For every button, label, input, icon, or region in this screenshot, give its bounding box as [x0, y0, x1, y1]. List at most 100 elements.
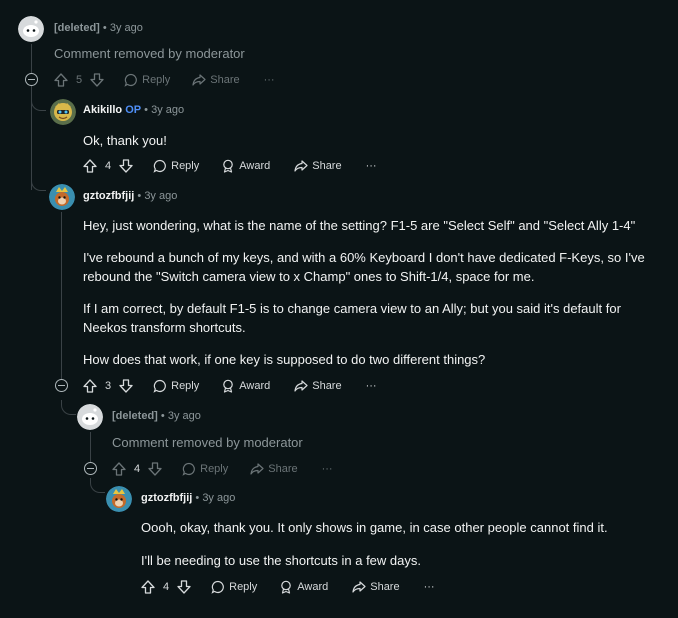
comment-meta: [deleted] • 3y ago [112, 410, 201, 422]
reply-button[interactable]: Reply [124, 73, 170, 87]
comment-paragraph: Oooh, okay, thank you. It only shows in … [141, 520, 608, 535]
avatar[interactable] [18, 16, 44, 42]
share-button[interactable]: Share [294, 159, 342, 173]
comment-time[interactable]: 3y ago [202, 492, 235, 504]
comment-paragraph: How does that work, if one key is suppos… [83, 352, 486, 367]
thread-elbow [61, 400, 76, 415]
upvote-icon [141, 580, 155, 594]
reply-button[interactable]: Reply [211, 580, 257, 594]
downvote-button[interactable] [119, 379, 133, 393]
upvote-button[interactable] [83, 159, 97, 173]
downvote-button[interactable] [148, 462, 162, 476]
more-options-button[interactable]: ··· [366, 160, 377, 172]
collapse-thread-button[interactable] [25, 73, 38, 86]
comment-meta: gztozfbfjij • 3y ago [141, 492, 235, 504]
upvote-button[interactable] [83, 379, 97, 393]
more-options-button[interactable]: ··· [366, 380, 377, 392]
share-label: Share [210, 74, 240, 86]
separator-dot: • [102, 22, 107, 34]
award-label: Award [239, 160, 271, 172]
avatar[interactable] [50, 99, 76, 125]
upvote-button[interactable] [54, 73, 68, 87]
reply-icon [182, 462, 195, 476]
comment-paragraph: I've rebound a bunch of my keys, and wit… [83, 250, 645, 284]
comment-time[interactable]: 3y ago [168, 410, 201, 422]
downvote-icon [148, 462, 162, 476]
award-icon [223, 159, 234, 173]
upvote-icon [83, 379, 97, 393]
more-options-button[interactable]: ··· [424, 581, 435, 593]
share-icon [294, 380, 308, 392]
comment-author[interactable]: [deleted] [54, 22, 100, 34]
more-options-button[interactable]: ··· [322, 463, 333, 475]
downvote-button[interactable] [177, 580, 191, 594]
collapse-thread-button[interactable] [84, 462, 97, 475]
reply-label: Reply [171, 380, 200, 392]
award-button[interactable]: Award [221, 379, 270, 393]
share-label: Share [268, 463, 298, 475]
comment-paragraph: If I am correct, by default F1-5 is to c… [83, 301, 621, 335]
comment-time[interactable]: 3y ago [110, 22, 143, 34]
share-icon [352, 581, 366, 593]
comment-actions: 4 Reply Share ··· [112, 460, 333, 478]
reply-icon [124, 73, 137, 87]
comment-time[interactable]: 3y ago [144, 190, 177, 202]
downvote-button[interactable] [119, 159, 133, 173]
reply-icon [153, 159, 166, 173]
award-button[interactable]: Award [279, 580, 328, 594]
reply-button[interactable]: Reply [153, 159, 199, 173]
upvote-button[interactable] [141, 580, 155, 594]
award-label: Award [239, 380, 271, 392]
comment-meta: Akikillo OP • 3y ago [83, 104, 184, 116]
comment-paragraph: I'll be needing to use the shortcuts in … [141, 553, 421, 568]
share-button[interactable]: Share [294, 379, 342, 393]
more-options-button[interactable]: ··· [264, 74, 275, 86]
reply-button[interactable]: Reply [153, 379, 199, 393]
downvote-button[interactable] [90, 73, 104, 87]
upvote-icon [83, 159, 97, 173]
comment-body: Hey, just wondering, what is the name of… [83, 216, 663, 369]
avatar[interactable] [106, 486, 132, 512]
reply-label: Reply [142, 74, 171, 86]
comment-actions: 4 Reply Award Share ··· [83, 157, 377, 175]
comment-paragraph: Comment removed by moderator [112, 435, 303, 450]
comment-body: Comment removed by moderator [54, 44, 245, 63]
comment-author[interactable]: gztozfbfjij [141, 492, 192, 504]
comment-body: Comment removed by moderator [112, 433, 303, 452]
vote-count: 4 [163, 581, 170, 593]
thread-line-2 [61, 212, 62, 392]
comment-meta: [deleted] • 3y ago [54, 22, 143, 34]
share-icon [250, 463, 264, 475]
comment-author[interactable]: Akikillo [83, 104, 122, 116]
share-button[interactable]: Share [352, 580, 400, 594]
reply-label: Reply [200, 463, 229, 475]
collapse-thread-button[interactable] [55, 379, 68, 392]
comment-paragraph: Ok, thank you! [83, 133, 167, 148]
comment-author[interactable]: [deleted] [112, 410, 158, 422]
share-icon [192, 74, 206, 86]
reply-button[interactable]: Reply [182, 462, 228, 476]
upvote-icon [54, 73, 68, 87]
comment-author[interactable]: gztozfbfjij [83, 190, 134, 202]
upvote-icon [112, 462, 126, 476]
comment-meta: gztozfbfjij • 3y ago [83, 190, 177, 202]
share-label: Share [312, 160, 342, 172]
thread-elbow [31, 96, 46, 111]
vote-count: 4 [105, 160, 112, 172]
upvote-button[interactable] [112, 462, 126, 476]
op-badge: OP [125, 104, 142, 116]
vote-count: 4 [134, 463, 141, 475]
share-button[interactable]: Share [250, 462, 298, 476]
comment-actions: 5 Reply Share ··· [54, 71, 275, 89]
award-button[interactable]: Award [221, 159, 270, 173]
avatar[interactable] [49, 184, 75, 210]
award-label: Award [297, 581, 329, 593]
downvote-icon [119, 159, 133, 173]
separator-dot: • [160, 410, 165, 422]
separator-dot: • [195, 492, 200, 504]
avatar[interactable] [77, 404, 103, 430]
thread-elbow [90, 478, 105, 493]
comment-time[interactable]: 3y ago [151, 104, 184, 116]
award-icon [223, 379, 234, 393]
share-button[interactable]: Share [192, 73, 240, 87]
